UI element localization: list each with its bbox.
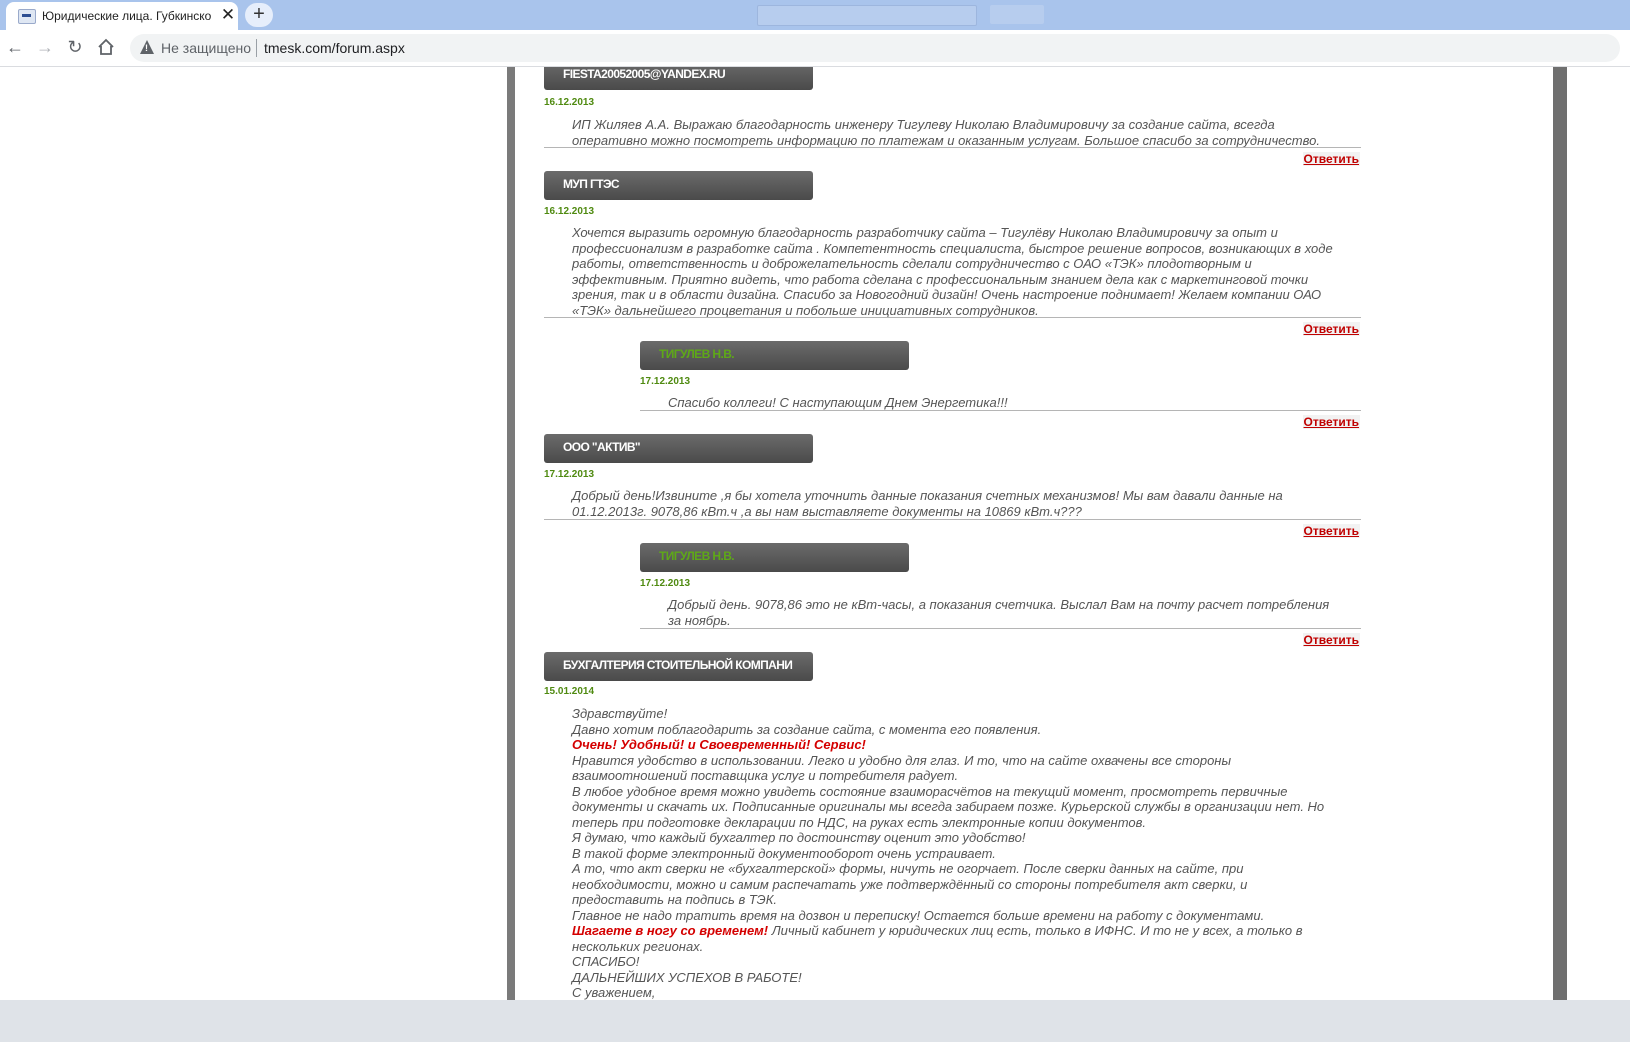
reply-date: 17.12.2013 <box>640 376 691 387</box>
msg-line: ДАЛЬНЕЙШИХ УСПЕХОВ В РАБОТЕ! <box>572 969 802 985</box>
post-author: ООО "АКТИВ" <box>544 434 813 463</box>
taskbar <box>0 1000 1630 1042</box>
post-divider <box>640 410 1361 411</box>
msg-line: А то, что акт сверки не «бухгалтерской» … <box>572 861 1248 907</box>
address-bar[interactable]: Не защищено tmesk.com/forum.aspx <box>130 34 1620 62</box>
close-tab-icon[interactable]: ✕ <box>219 6 237 24</box>
tab-title: Юридические лица. Губкинско <box>42 9 212 23</box>
blurred-button <box>990 5 1044 24</box>
reply-link[interactable]: Ответить <box>1302 524 1360 538</box>
post-message: Добрый день!Извините ,я бы хотела уточни… <box>572 488 1283 519</box>
tab-strip: Юридические лица. Губкинско ✕ + <box>0 0 1630 30</box>
post-message: Хочется выразить огромную благодарность … <box>572 225 1333 318</box>
browser-tab[interactable]: Юридические лица. Губкинско ✕ <box>6 2 238 30</box>
post-author: МУП ГТЭС <box>544 171 813 200</box>
post-date: 16.12.2013 <box>544 206 595 217</box>
url-text[interactable]: tmesk.com/forum.aspx <box>264 40 405 56</box>
msg-line: Нравится удобство в использовании. Легко… <box>572 752 1232 784</box>
blurred-search-box <box>757 5 977 26</box>
msg-line: Давно хотим поблагодарить за создание са… <box>572 721 1042 737</box>
content-left-border <box>507 67 515 1000</box>
post-message: Здравствуйте! Давно хотим поблагодарить … <box>572 706 1372 1000</box>
post-date: 16.12.2013 <box>544 97 595 108</box>
post-date: 15.01.2014 <box>544 686 595 697</box>
post-divider <box>544 519 1361 520</box>
post-divider <box>640 628 1361 629</box>
reply-link[interactable]: Ответить <box>1302 415 1360 429</box>
home-icon[interactable] <box>95 36 117 58</box>
back-arrow-icon[interactable]: ← <box>4 36 26 58</box>
forward-arrow-icon[interactable]: → <box>34 36 56 58</box>
reply-message: Спасибо коллеги! С наступающим Днем Энер… <box>668 395 1008 410</box>
forum-page: FIESTA20052005@YANDEX.RU 16.12.2013 ИП Ж… <box>0 67 1630 1000</box>
reply-author: ТИГУЛЕВ Н.В. <box>640 543 909 572</box>
msg-line: Главное не надо тратить время на дозвон … <box>572 907 1265 923</box>
new-tab-button[interactable]: + <box>245 3 273 27</box>
post-author: FIESTA20052005@YANDEX.RU <box>544 67 813 90</box>
post-author: БУХГАЛТЕРИЯ СТОИТЕЛЬНОЙ КОМПАНИ <box>544 652 813 681</box>
reload-icon[interactable]: ↻ <box>64 36 86 58</box>
reply-date: 17.12.2013 <box>640 578 691 589</box>
msg-highlight: Очень! Удобный! и Своевременный! Сервис! <box>572 737 866 752</box>
browser-toolbar: ← → ↻ Не защищено tmesk.com/forum.aspx <box>0 30 1630 67</box>
reply-link[interactable]: Ответить <box>1302 633 1360 647</box>
not-secure-label[interactable]: Не защищено <box>161 40 251 56</box>
msg-line: В любое удобное время можно увидеть сост… <box>572 783 1325 830</box>
reply-author: ТИГУЛЕВ Н.В. <box>640 341 909 370</box>
msg-highlight: Шагаете в ногу со временем! <box>572 923 769 938</box>
post-date: 17.12.2013 <box>544 469 595 480</box>
reply-link[interactable]: Ответить <box>1302 322 1360 336</box>
post-divider <box>544 147 1361 148</box>
content-right-border <box>1553 67 1567 1000</box>
post-divider <box>544 317 1361 318</box>
msg-line: С уважением, <box>572 985 656 1000</box>
page-scrollbar[interactable] <box>1567 67 1630 1000</box>
reply-message: Добрый день. 9078,86 это не кВт-часы, а … <box>668 597 1330 628</box>
msg-line: СПАСИБО! <box>572 954 640 969</box>
msg-line: Здравствуйте! <box>572 706 668 721</box>
post-message: ИП Жиляев А.А. Выражаю благодарность инж… <box>572 117 1320 148</box>
msg-line: Я думаю, что каждый бухгалтер по достоин… <box>572 830 1026 845</box>
reply-link[interactable]: Ответить <box>1302 152 1360 166</box>
url-separator <box>256 39 257 57</box>
msg-line: В такой форме электронный документооборо… <box>572 845 996 861</box>
site-favicon-icon <box>18 9 36 24</box>
not-secure-warning-icon[interactable] <box>140 40 154 54</box>
